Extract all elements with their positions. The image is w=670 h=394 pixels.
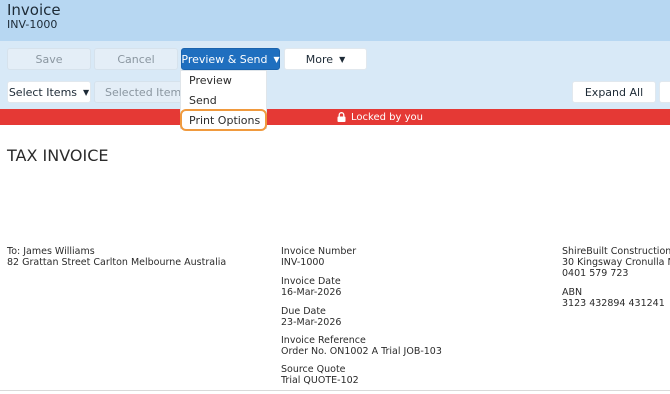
save-button-label: Save — [35, 52, 63, 66]
company-phone: 0401 579 723 — [562, 268, 629, 279]
menu-item-print-options[interactable]: Print Options — [180, 109, 267, 131]
preview-send-menu: Preview Send Print Options — [180, 70, 267, 131]
select-items-dropdown[interactable]: Select Items ▼ — [7, 81, 91, 103]
save-button[interactable]: Save — [7, 48, 91, 70]
lock-icon — [337, 112, 346, 122]
locked-banner: Locked by you — [0, 109, 670, 125]
more-button-label: More — [305, 52, 334, 66]
bill-to-name: To: James Williams — [7, 246, 95, 257]
selected-items-label: Selected Items — [105, 85, 187, 99]
invoice-reference-label: Invoice Reference — [281, 335, 366, 346]
source-quote-value: Trial QUOTE-102 — [281, 375, 359, 386]
source-quote-label: Source Quote — [281, 364, 346, 375]
cancel-button-label: Cancel — [117, 52, 155, 66]
due-date-value: 23-Mar-2026 — [281, 317, 342, 328]
invoice-number-subtitle: INV-1000 — [7, 18, 58, 31]
caret-down-icon: ▼ — [273, 54, 280, 64]
invoice-date-label: Invoice Date — [281, 276, 341, 287]
page-title: Invoice — [7, 1, 61, 19]
more-button[interactable]: More ▼ — [284, 48, 367, 70]
menu-item-preview[interactable]: Preview — [189, 74, 232, 87]
company-address: 30 Kingsway Cronulla NSW — [562, 257, 670, 268]
preview-send-button[interactable]: Preview & Send ▼ — [181, 48, 280, 70]
toolbar-overflow-button[interactable] — [659, 81, 670, 103]
due-date-label: Due Date — [281, 306, 326, 317]
abn-label: ABN — [562, 287, 583, 298]
preview-send-label: Preview & Send — [181, 52, 268, 66]
caret-down-icon: ▼ — [339, 54, 346, 64]
locked-banner-text: Locked by you — [351, 111, 423, 123]
divider — [0, 390, 670, 391]
invoice-number-value: INV-1000 — [281, 257, 325, 268]
menu-item-send[interactable]: Send — [189, 94, 217, 107]
invoice-date-value: 16-Mar-2026 — [281, 287, 342, 298]
invoice-number-label: Invoice Number — [281, 246, 357, 257]
document-title: TAX INVOICE — [7, 146, 109, 165]
expand-all-button[interactable]: Expand All — [572, 81, 656, 103]
abn-value: 3123 432894 431241 — [562, 298, 665, 309]
selected-items-dropdown[interactable]: Selected Items — [94, 81, 187, 103]
company-name: ShireBuilt Constructions — [562, 246, 670, 257]
cancel-button[interactable]: Cancel — [94, 48, 178, 70]
invoice-reference-value: Order No. ON1002 A Trial JOB-103 — [281, 346, 442, 357]
page-header — [0, 0, 670, 41]
caret-down-icon: ▼ — [83, 87, 90, 97]
expand-all-label: Expand All — [584, 85, 644, 99]
select-items-label: Select Items — [8, 85, 78, 99]
bill-to-address: 82 Grattan Street Carlton Melbourne Aust… — [7, 257, 227, 268]
